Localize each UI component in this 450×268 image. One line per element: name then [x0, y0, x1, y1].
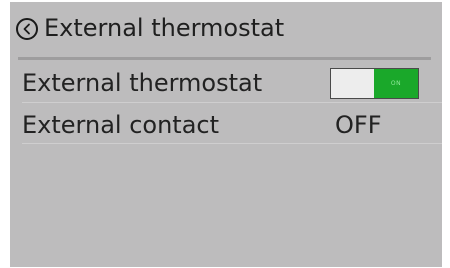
thermostat-settings-screen: External thermostat External thermostat …: [10, 2, 442, 267]
chevron-left-icon: [23, 23, 30, 35]
external-thermostat-toggle[interactable]: ON: [330, 68, 419, 99]
toggle-on-indicator: ON: [374, 69, 418, 98]
header: External thermostat: [10, 2, 442, 58]
row-divider: [22, 102, 442, 103]
row-divider: [22, 143, 442, 144]
back-button[interactable]: [16, 18, 38, 40]
header-divider: [18, 57, 431, 60]
setting-row-external-thermostat[interactable]: External thermostat ON: [10, 62, 442, 104]
setting-label: External contact: [22, 111, 220, 139]
external-contact-value: OFF: [335, 111, 382, 139]
setting-row-external-contact[interactable]: External contact OFF: [10, 104, 442, 146]
toggle-state-text: ON: [390, 80, 402, 87]
setting-label: External thermostat: [22, 69, 263, 97]
page-title: External thermostat: [44, 14, 285, 42]
